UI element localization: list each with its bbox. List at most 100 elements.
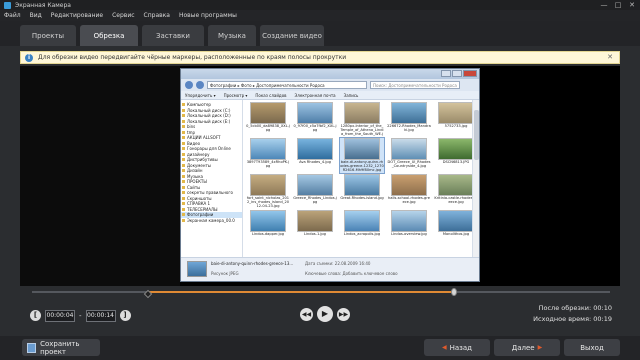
rewind-icon[interactable]: ◀◀ [300, 307, 313, 321]
menu-new-programs[interactable]: Новые программы [179, 12, 237, 19]
menu-file[interactable]: Файл [4, 12, 21, 19]
menu-bar: Файл Вид Редактирование Сервис Справка Н… [0, 10, 640, 21]
window-title: Экранная Камера [15, 1, 71, 9]
trim-end-marker[interactable] [450, 288, 457, 296]
save-project-label: Сохранить проект [40, 339, 80, 356]
save-project-button[interactable]: Сохранить проект [22, 339, 100, 356]
explorer-minimize-icon [441, 70, 451, 77]
next-button[interactable]: Далее ▶ [494, 339, 560, 356]
explorer-sidebar: Компьютер Локальный диск (C:) Локальный ди… [181, 100, 243, 258]
file-thumbnail: baie-di-antony-quinn-rhodes-greece-1232_… [339, 137, 385, 174]
photo-thumbnail-icon [344, 102, 380, 124]
duration-after-label: После обрезки: [538, 304, 592, 312]
explorer-toolbar: Упорядочить ▾ Просмотр ▾ Показ слайдов Э… [181, 91, 479, 100]
close-button[interactable]: ✕ [628, 1, 636, 9]
photo-thumbnail-icon [250, 102, 286, 124]
explorer-close-icon [463, 70, 477, 77]
minimize-button[interactable]: — [600, 1, 608, 9]
explorer-window-controls [441, 70, 477, 77]
title-bar: Экранная Камера — □ ✕ [0, 0, 640, 10]
file-name: Lindos-dapper.jpg [251, 232, 285, 236]
explorer-body: Компьютер Локальный диск (C:) Локальный ди… [181, 100, 479, 258]
selected-file-type: Рисунок JPEG [211, 271, 239, 276]
explorer-toolbar-item: Показ слайдов [255, 92, 287, 98]
tab-music[interactable]: Музыка [208, 25, 256, 46]
maximize-button[interactable]: □ [614, 1, 622, 9]
trim-start-field[interactable]: 00:00:04 [45, 309, 75, 322]
file-thumbnail: Lindos-1.jpg [293, 210, 337, 245]
trim-end-field[interactable]: 00:00:14 [85, 309, 116, 322]
duration-after-trim: После обрезки: 00:10 [539, 304, 612, 312]
selected-file-name: baie-di-antony-quinn-rhodes-greece-13... [211, 261, 294, 266]
floppy-disk-icon [27, 342, 37, 353]
file-thumbnail: Lindos_acropolis.jpg [340, 210, 384, 245]
explorer-maximize-icon [452, 70, 462, 77]
photo-thumbnail-icon [391, 102, 427, 124]
photo-thumbnail-icon [438, 210, 474, 232]
photo-thumbnail-icon [250, 138, 286, 160]
explorer-title-bar [181, 69, 479, 79]
tab-trim[interactable]: Обрезка [80, 25, 138, 46]
explorer-scrollbar-thumb [474, 110, 479, 160]
file-name: 1280px-Interior_of_the_Temple_of_Athena_… [340, 124, 384, 136]
file-thumbnail: halls-school-rhodes-greece.jpg [387, 174, 431, 209]
preview-background [20, 66, 180, 286]
tab-create-video[interactable]: Создание видео [260, 25, 324, 46]
photo-thumbnail-icon [344, 138, 380, 160]
fast-forward-icon[interactable]: ▶▶ [337, 307, 350, 321]
menu-view[interactable]: Вид [30, 12, 42, 19]
info-icon: i [25, 53, 33, 62]
photo-thumbnail-icon [250, 210, 286, 232]
file-name: Lindos-1.jpg [304, 232, 326, 236]
photo-thumbnail-icon [438, 102, 474, 124]
file-thumbnail: Lindos-dapper.jpg [246, 210, 290, 245]
file-thumbnail: fort_saint_nicholas_2012_ins_rhodes_isla… [246, 174, 290, 209]
explorer-sidebar-item: Экранная камера_00.0 [181, 218, 242, 224]
file-name: 3897T93589_4xRhoPK.jpg [246, 160, 290, 168]
window-controls: — □ ✕ [600, 1, 636, 9]
duration-original: Исходное время: 00:19 [533, 315, 612, 323]
photo-thumbnail-icon [250, 174, 286, 196]
info-banner: i Для обрезки видео передвигайте чёрные … [20, 51, 620, 64]
file-thumbnail: 3897T93589_4xRhoPK.jpg [246, 138, 290, 173]
file-thumbnail: Lindos-overview.jpg [387, 210, 431, 245]
photo-thumbnail-icon [391, 174, 427, 196]
back-arrow-icon [185, 81, 193, 89]
photo-thumbnail-icon [391, 210, 427, 232]
set-start-button[interactable]: [ [30, 310, 41, 321]
photo-thumbnail-icon [297, 138, 333, 160]
tab-bar: Проекты Обрезка Заставки Музыка Создание… [0, 21, 640, 46]
file-name: Greece_Rhodes_Lindos.jpg [293, 196, 337, 204]
set-end-button[interactable]: ] [119, 310, 131, 321]
duration-original-value: 00:19 [593, 315, 612, 323]
explorer-scrollbar [472, 100, 479, 258]
menu-edit[interactable]: Редактирование [51, 12, 103, 19]
explorer-toolbar-item: Упорядочить ▾ [185, 92, 216, 98]
explorer-path: Фотографии ▸ Фото ▸ Достопримечательност… [207, 81, 367, 89]
photo-thumbnail-icon [391, 138, 427, 160]
video-preview: Фотографии ▸ Фото ▸ Достопримечательност… [20, 66, 620, 286]
back-button[interactable]: ◀ Назад [424, 339, 490, 356]
explorer-toolbar-item: Запись [343, 92, 359, 98]
file-name: baie-di-antony-quinn-rhodes-greece-1232_… [340, 160, 384, 172]
exit-button[interactable]: Выход [564, 339, 620, 356]
menu-help[interactable]: Справка [144, 12, 170, 19]
tab-intros[interactable]: Заставки [142, 25, 204, 46]
app-logo-icon [4, 1, 11, 9]
explorer-address-bar: Фотографии ▸ Фото ▸ Достопримечательност… [181, 79, 479, 91]
close-icon[interactable]: ✕ [607, 53, 613, 61]
arrow-left-icon: ◀ [441, 344, 447, 351]
tab-projects[interactable]: Проекты [20, 25, 76, 46]
photo-thumbnail-icon [344, 174, 380, 196]
file-name: Lindos_acropolis.jpg [343, 232, 381, 236]
app-window: Экранная Камера — □ ✕ Файл Вид Редактиро… [0, 0, 640, 360]
back-label: Назад [449, 343, 473, 352]
photo-thumbnail-icon [438, 174, 474, 196]
bottom-bar: Сохранить проект ◀ Назад Далее ▶ Выход [0, 336, 640, 360]
duration-original-label: Исходное время: [533, 315, 592, 323]
arrow-right-icon: ▶ [537, 344, 543, 351]
menu-service[interactable]: Сервис [112, 12, 134, 19]
photo-thumbnail-icon [297, 174, 333, 196]
play-icon[interactable]: ▶ [317, 306, 333, 322]
trim-timeline[interactable] [32, 287, 610, 299]
